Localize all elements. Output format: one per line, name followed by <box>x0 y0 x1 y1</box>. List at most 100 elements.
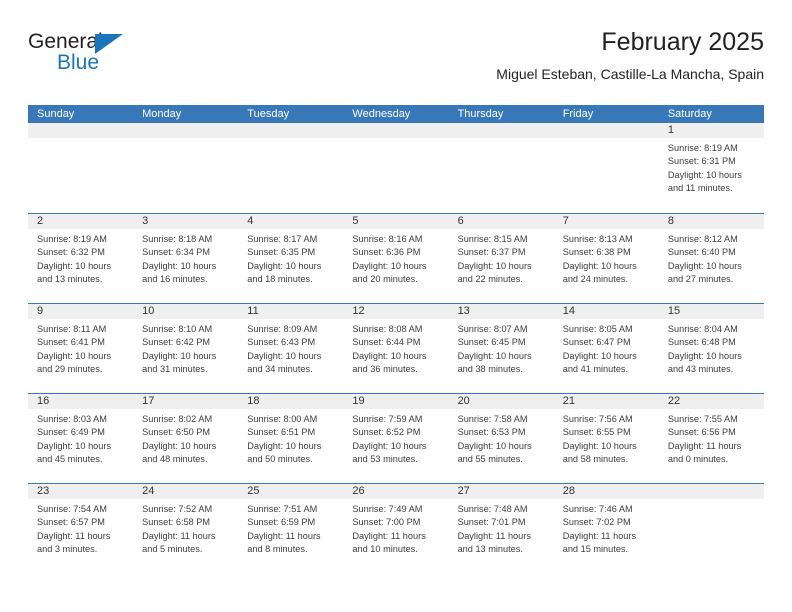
day-detail-line: Sunrise: 8:04 AM <box>667 324 738 334</box>
day-cell[interactable]: 19 Sunrise: 7:59 AM Sunset: 6:52 PM Dayligh… <box>343 394 449 483</box>
day-detail-line: and 0 minutes. <box>667 453 729 464</box>
day-cell[interactable]: 25 Sunrise: 7:51 AM Sunset: 6:59 PM Dayligh… <box>238 484 344 573</box>
day-detail-line: Sunrise: 7:51 AM <box>247 504 318 514</box>
weekday-header-friday: Friday <box>562 108 594 120</box>
day-number-band: 19 <box>343 394 449 409</box>
day-detail-line: Sunrise: 8:00 AM <box>247 414 318 424</box>
day-number: 14 <box>562 305 575 317</box>
day-cell[interactable]: 9 Sunrise: 8:11 AM Sunset: 6:41 PM Daylight… <box>28 304 134 393</box>
day-cell[interactable]: 15 Sunrise: 8:04 AM Sunset: 6:48 PM Dayligh… <box>658 304 764 393</box>
day-details: Sunrise: 8:09 AM Sunset: 6:43 PM Daylight:… <box>238 319 343 376</box>
day-detail-line: Sunset: 6:56 PM <box>667 427 736 438</box>
day-cell-empty <box>343 123 449 212</box>
day-cell[interactable]: 2 Sunrise: 8:19 AM Sunset: 6:32 PM Daylight… <box>28 214 134 303</box>
day-detail-line: Daylight: 10 hours <box>562 350 637 361</box>
day-cell[interactable]: 5 Sunrise: 8:16 AM Sunset: 6:36 PM Daylight… <box>343 214 449 303</box>
day-number-band: 8 <box>658 214 764 229</box>
logo-triangle-icon <box>95 34 123 54</box>
day-cell[interactable]: 8 Sunrise: 8:12 AM Sunset: 6:40 PM Daylight… <box>658 214 764 303</box>
day-detail-line: Sunset: 6:35 PM <box>247 247 316 258</box>
day-cell[interactable]: 12 Sunrise: 8:08 AM Sunset: 6:44 PM Dayligh… <box>343 304 449 393</box>
day-cell[interactable]: 6 Sunrise: 8:15 AM Sunset: 6:37 PM Daylight… <box>448 214 554 303</box>
day-cell[interactable]: 4 Sunrise: 8:17 AM Sunset: 6:35 PM Daylight… <box>238 214 344 303</box>
day-details: Sunrise: 7:59 AM Sunset: 6:52 PM Daylight:… <box>343 409 448 466</box>
day-number: 4 <box>247 215 254 227</box>
day-number: 12 <box>352 305 365 317</box>
day-detail-line: and 55 minutes. <box>457 453 523 464</box>
day-detail-line: Daylight: 10 hours <box>247 350 322 361</box>
day-number-band <box>133 123 239 138</box>
day-cell[interactable]: 10 Sunrise: 8:10 AM Sunset: 6:42 PM Dayligh… <box>133 304 239 393</box>
day-cell[interactable]: 28 Sunrise: 7:46 AM Sunset: 7:02 PM Dayligh… <box>553 484 659 573</box>
logo-text-blue: Blue <box>57 51 100 74</box>
day-number-band: 5 <box>343 214 449 229</box>
day-details: Sunrise: 8:19 AM Sunset: 6:31 PM Daylight:… <box>659 138 764 195</box>
day-details: Sunrise: 8:04 AM Sunset: 6:48 PM Daylight:… <box>659 319 764 376</box>
day-detail-line: Sunrise: 7:56 AM <box>562 414 633 424</box>
day-number-band: 27 <box>448 484 554 499</box>
day-cell-empty <box>658 484 764 573</box>
day-detail-line: and 38 minutes. <box>457 363 523 374</box>
day-details: Sunrise: 7:51 AM Sunset: 6:59 PM Daylight:… <box>238 499 343 556</box>
day-number-band <box>658 484 764 499</box>
day-details <box>238 138 343 142</box>
calendar-week-row: 9 Sunrise: 8:11 AM Sunset: 6:41 PM Daylight… <box>28 303 764 393</box>
day-detail-line: Daylight: 10 hours <box>352 350 427 361</box>
day-number-band: 21 <box>553 394 659 409</box>
day-cell[interactable]: 21 Sunrise: 7:56 AM Sunset: 6:55 PM Dayligh… <box>553 394 659 483</box>
day-detail-line: and 50 minutes. <box>247 453 313 464</box>
day-cell[interactable]: 26 Sunrise: 7:49 AM Sunset: 7:00 PM Dayligh… <box>343 484 449 573</box>
day-detail-line: Sunset: 6:55 PM <box>562 427 631 438</box>
day-cell[interactable]: 23 Sunrise: 7:54 AM Sunset: 6:57 PM Dayligh… <box>28 484 134 573</box>
day-detail-line: Sunrise: 8:15 AM <box>457 234 528 244</box>
day-number: 2 <box>37 215 44 227</box>
day-detail-line: and 24 minutes. <box>562 273 629 284</box>
calendar-week-row: 16 Sunrise: 8:03 AM Sunset: 6:49 PM Dayligh… <box>28 393 764 483</box>
day-detail-line: Sunset: 6:58 PM <box>142 517 211 528</box>
day-number: 3 <box>142 215 149 227</box>
day-detail-line: Daylight: 10 hours <box>352 260 427 271</box>
day-details <box>133 138 238 142</box>
day-number: 17 <box>142 395 155 407</box>
day-detail-line: Sunrise: 8:03 AM <box>37 414 107 424</box>
day-details: Sunrise: 7:46 AM Sunset: 7:02 PM Daylight:… <box>554 499 659 556</box>
day-cell[interactable]: 3 Sunrise: 8:18 AM Sunset: 6:34 PM Daylight… <box>133 214 239 303</box>
day-detail-line: Sunset: 6:49 PM <box>37 427 105 438</box>
day-number-band: 13 <box>448 304 554 319</box>
day-detail-line: Sunrise: 7:59 AM <box>352 414 423 424</box>
day-details: Sunrise: 8:13 AM Sunset: 6:38 PM Daylight:… <box>554 229 659 286</box>
day-detail-line: Sunrise: 7:54 AM <box>37 504 107 514</box>
day-cell[interactable]: 13 Sunrise: 8:07 AM Sunset: 6:45 PM Dayligh… <box>448 304 554 393</box>
day-details: Sunrise: 8:15 AM Sunset: 6:37 PM Daylight:… <box>449 229 554 286</box>
day-detail-line: Sunrise: 8:13 AM <box>562 234 633 244</box>
day-detail-line: Sunrise: 8:19 AM <box>37 234 107 244</box>
day-details: Sunrise: 7:48 AM Sunset: 7:01 PM Daylight:… <box>449 499 554 556</box>
day-number: 27 <box>457 485 470 497</box>
day-number-band: 22 <box>658 394 764 409</box>
day-detail-line: and 43 minutes. <box>667 363 734 374</box>
day-details: Sunrise: 7:54 AM Sunset: 6:57 PM Daylight:… <box>28 499 133 556</box>
day-details: Sunrise: 8:00 AM Sunset: 6:51 PM Daylight:… <box>238 409 343 466</box>
day-detail-line: Sunset: 6:57 PM <box>37 517 105 528</box>
day-cell[interactable]: 24 Sunrise: 7:52 AM Sunset: 6:58 PM Dayligh… <box>133 484 239 573</box>
day-details <box>28 138 133 142</box>
day-cell[interactable]: 7 Sunrise: 8:13 AM Sunset: 6:38 PM Daylight… <box>553 214 659 303</box>
calendar-week-row: 23 Sunrise: 7:54 AM Sunset: 6:57 PM Dayligh… <box>28 483 764 573</box>
day-detail-line: and 13 minutes. <box>457 543 523 554</box>
day-cell[interactable]: 20 Sunrise: 7:58 AM Sunset: 6:53 PM Dayligh… <box>448 394 554 483</box>
day-detail-line: Sunset: 7:00 PM <box>352 517 421 528</box>
day-cell[interactable]: 18 Sunrise: 8:00 AM Sunset: 6:51 PM Dayligh… <box>238 394 344 483</box>
day-number-band: 18 <box>238 394 344 409</box>
general-blue-logo[interactable]: General Blue <box>28 30 208 86</box>
day-cell[interactable]: 17 Sunrise: 8:02 AM Sunset: 6:50 PM Dayligh… <box>133 394 239 483</box>
day-number-band: 28 <box>553 484 659 499</box>
day-cell[interactable]: 16 Sunrise: 8:03 AM Sunset: 6:49 PM Dayligh… <box>28 394 134 483</box>
day-cell[interactable]: 22 Sunrise: 7:55 AM Sunset: 6:56 PM Dayligh… <box>658 394 764 483</box>
day-cell[interactable]: 11 Sunrise: 8:09 AM Sunset: 6:43 PM Dayligh… <box>238 304 344 393</box>
day-detail-line: Daylight: 10 hours <box>247 440 322 451</box>
day-cell-empty <box>448 123 554 212</box>
day-details: Sunrise: 8:05 AM Sunset: 6:47 PM Daylight:… <box>554 319 659 376</box>
day-cell[interactable]: 27 Sunrise: 7:48 AM Sunset: 7:01 PM Dayligh… <box>448 484 554 573</box>
day-cell[interactable]: 14 Sunrise: 8:05 AM Sunset: 6:47 PM Dayligh… <box>553 304 659 393</box>
day-cell[interactable]: 1 Sunrise: 8:19 AM Sunset: 6:31 PM Daylight… <box>658 123 764 212</box>
